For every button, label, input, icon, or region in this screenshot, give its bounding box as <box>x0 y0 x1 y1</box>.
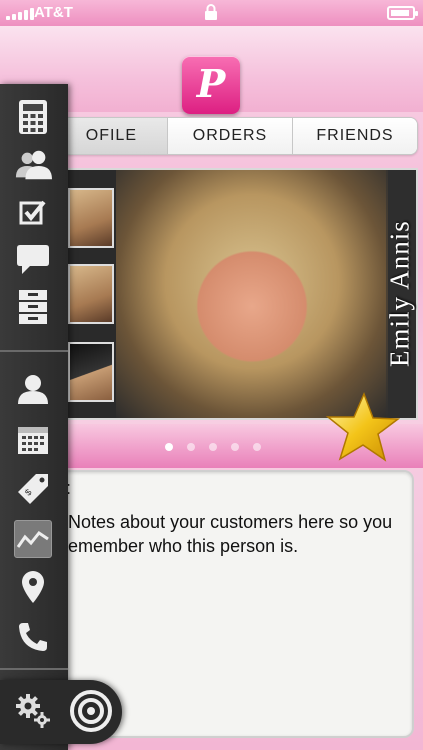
location-pin-icon[interactable] <box>14 568 52 606</box>
chat-icon[interactable] <box>14 240 52 278</box>
calculator-icon[interactable] <box>14 98 52 136</box>
notes-text[interactable]: Notes about your customers here so you e… <box>68 510 398 558</box>
page-dot[interactable] <box>253 443 261 451</box>
photo-thumbnail[interactable] <box>68 264 114 324</box>
chart-icon[interactable] <box>14 520 52 558</box>
page-dot[interactable] <box>209 443 217 451</box>
battery-icon <box>387 6 418 20</box>
profile-name: Emily Annis <box>384 220 415 368</box>
phone-icon[interactable] <box>14 618 52 656</box>
carrier-label: AT&T <box>34 4 73 21</box>
signal-icon <box>6 8 34 20</box>
photo-thumbnail[interactable] <box>68 342 114 402</box>
page-indicator[interactable] <box>165 443 261 451</box>
photo-thumbnail[interactable] <box>68 188 114 248</box>
page-dot[interactable] <box>231 443 239 451</box>
checklist-icon[interactable] <box>14 194 52 232</box>
settings-icon[interactable] <box>14 692 52 730</box>
target-icon[interactable] <box>68 688 114 734</box>
calendar-icon[interactable] <box>14 420 52 458</box>
sidebar-divider <box>0 350 68 352</box>
page-dot[interactable] <box>187 443 195 451</box>
profile-photo-panel: Emily Annis <box>12 168 418 420</box>
sidebar: $ <box>0 84 68 750</box>
price-tag-icon[interactable]: $ <box>14 470 52 508</box>
status-bar: AT&T <box>0 0 423 26</box>
tab-orders[interactable]: ORDERS <box>168 118 293 154</box>
profile-photo[interactable] <box>116 170 388 418</box>
page-dot[interactable] <box>165 443 173 451</box>
app-logo: P <box>182 56 240 114</box>
sidebar-divider <box>0 668 68 670</box>
tab-friends[interactable]: FRIENDS <box>293 118 417 154</box>
person-icon[interactable] <box>14 370 52 408</box>
contacts-icon[interactable] <box>14 146 52 184</box>
favorite-star-icon[interactable] <box>324 392 400 464</box>
cabinet-icon[interactable] <box>14 288 52 326</box>
tab-bar: OFILE ORDERS FRIENDS <box>12 117 418 155</box>
lock-icon <box>205 4 217 20</box>
